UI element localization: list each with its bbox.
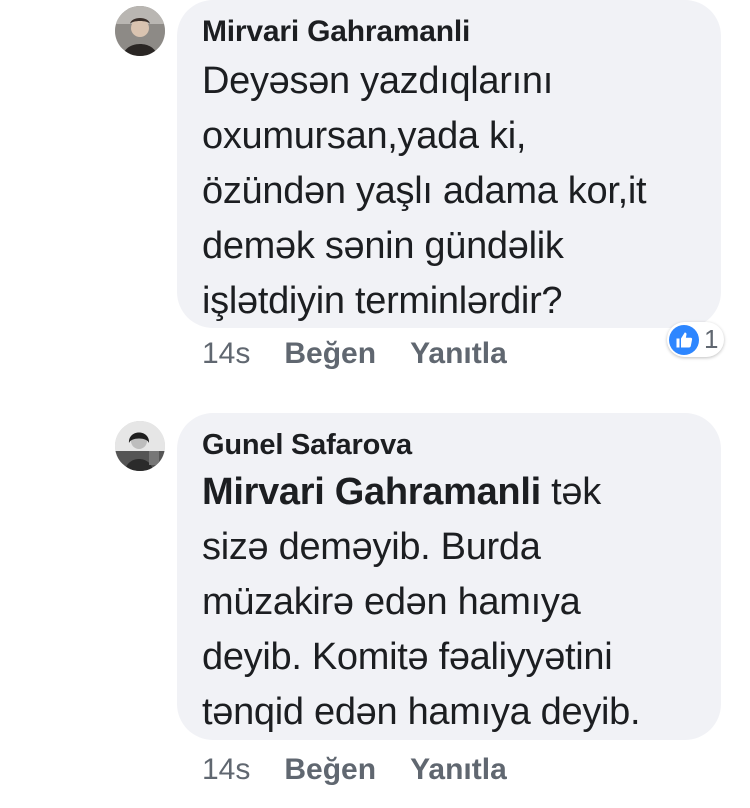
reply-button[interactable]: Yanıtla [410,753,507,787]
reaction-count: 1 [704,324,719,354]
comment-actions: 14s Beğen Yanıtla [202,337,507,371]
comment-line: işlətdiyin terminlərdir? [202,280,563,322]
mention-link[interactable]: Mirvari Gahramanli [202,471,541,513]
comment-line: demək sənin gündəlik [202,225,564,267]
comment-text: Mirvari Gahramanli tək sizə deməyib. Bur… [202,465,697,740]
comment-line: müzakirə edən hamıya [202,581,581,623]
comment-author[interactable]: Gunel Safarova [202,427,697,463]
comment-line: özündən yaşlı adama kor,it [202,170,647,212]
reply-button[interactable]: Yanıtla [410,337,507,371]
comment-bubble: Gunel Safarova Mirvari Gahramanli tək si… [177,413,721,740]
comment-line: tənqid edən hamıya deyib. [202,691,641,733]
avatar[interactable] [115,421,165,471]
comment-line: oxumursan,yada ki, [202,115,527,157]
comment-author[interactable]: Mirvari Gahramanli [202,14,697,50]
comment-line: Deyəsən yazdıqlarını [202,60,553,102]
avatar[interactable] [115,6,165,56]
comment-bubble: Mirvari Gahramanli Deyəsən yazdıqlarını … [177,0,721,328]
reaction-badge[interactable]: 1 [667,322,725,357]
comment-line: Mirvari Gahramanli tək [202,465,697,520]
like-button[interactable]: Beğen [284,337,376,371]
comment-line-rest: tək [540,471,601,513]
like-button[interactable]: Beğen [284,753,376,787]
comment-text: Deyəsən yazdıqlarını oxumursan,yada ki, … [202,54,697,329]
comment-actions: 14s Beğen Yanıtla [202,753,507,787]
comment-line: sizə deməyib. Burda [202,526,541,568]
comment-timestamp[interactable]: 14s [202,337,250,371]
comment-thread: Mirvari Gahramanli Deyəsən yazdıqlarını … [0,0,750,808]
comment-line: deyib. Komitə fəaliyyətini [202,636,613,678]
user-avatar-icon [115,421,165,471]
like-icon [669,324,699,355]
user-avatar-icon [115,6,165,56]
comment-timestamp[interactable]: 14s [202,753,250,787]
